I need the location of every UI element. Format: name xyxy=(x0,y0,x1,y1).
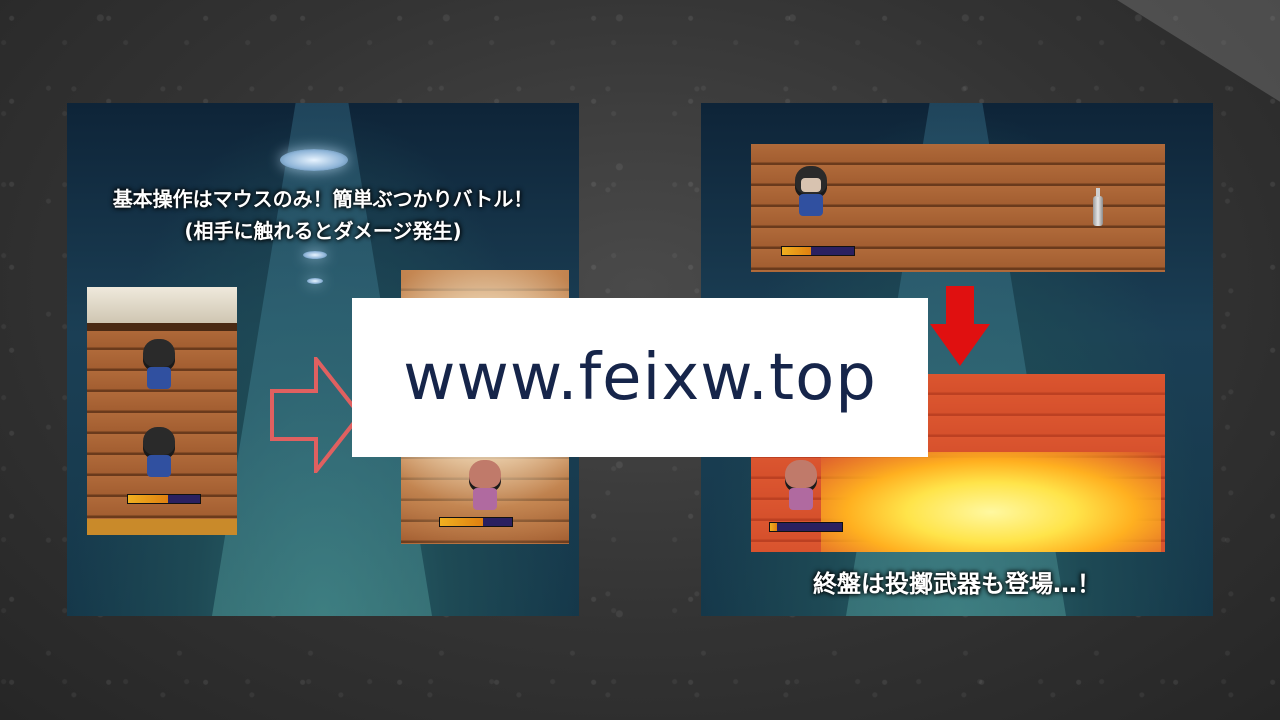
scene-wall xyxy=(87,287,237,323)
hp-bar-fill xyxy=(782,247,811,255)
ceiling-light-farther xyxy=(307,278,323,284)
watermark-banner: www.feixw.top xyxy=(352,298,928,457)
hp-bar xyxy=(127,494,201,504)
scene-molding xyxy=(87,323,237,331)
hp-bar-fill xyxy=(128,495,168,503)
ceiling-light xyxy=(280,149,348,171)
watermark-text: www.feixw.top xyxy=(403,340,877,415)
arrow-down-icon xyxy=(930,286,990,366)
burned-player-sprite xyxy=(781,460,821,512)
player-sprite xyxy=(139,427,179,479)
scene-throw-weapon xyxy=(751,144,1165,272)
hp-bar-fill xyxy=(440,518,484,526)
hp-bar-fill xyxy=(770,523,778,531)
caption-basic-controls: 基本操作はマウスのみ！簡単ぶつかりバトル！ xyxy=(112,187,534,211)
masked-player-sprite xyxy=(791,166,831,218)
player-sprite-hit xyxy=(465,460,505,512)
hp-bar xyxy=(769,522,843,532)
hp-bar xyxy=(439,517,513,527)
caption-damage-note: (相手に触れるとダメージ発生) xyxy=(184,219,462,243)
thrown-bottle-icon xyxy=(1093,188,1103,226)
scene-floor-edge xyxy=(87,519,237,535)
arrow-right-icon xyxy=(270,357,362,473)
enemy-sprite xyxy=(139,339,179,391)
ceiling-light-far xyxy=(303,251,327,259)
fire-explosion xyxy=(821,452,1161,552)
caption-throwing-weapons: 終盤は投擲武器も登場…！ xyxy=(813,570,1101,598)
scene-before-contact xyxy=(87,287,237,535)
hp-bar xyxy=(781,246,855,256)
